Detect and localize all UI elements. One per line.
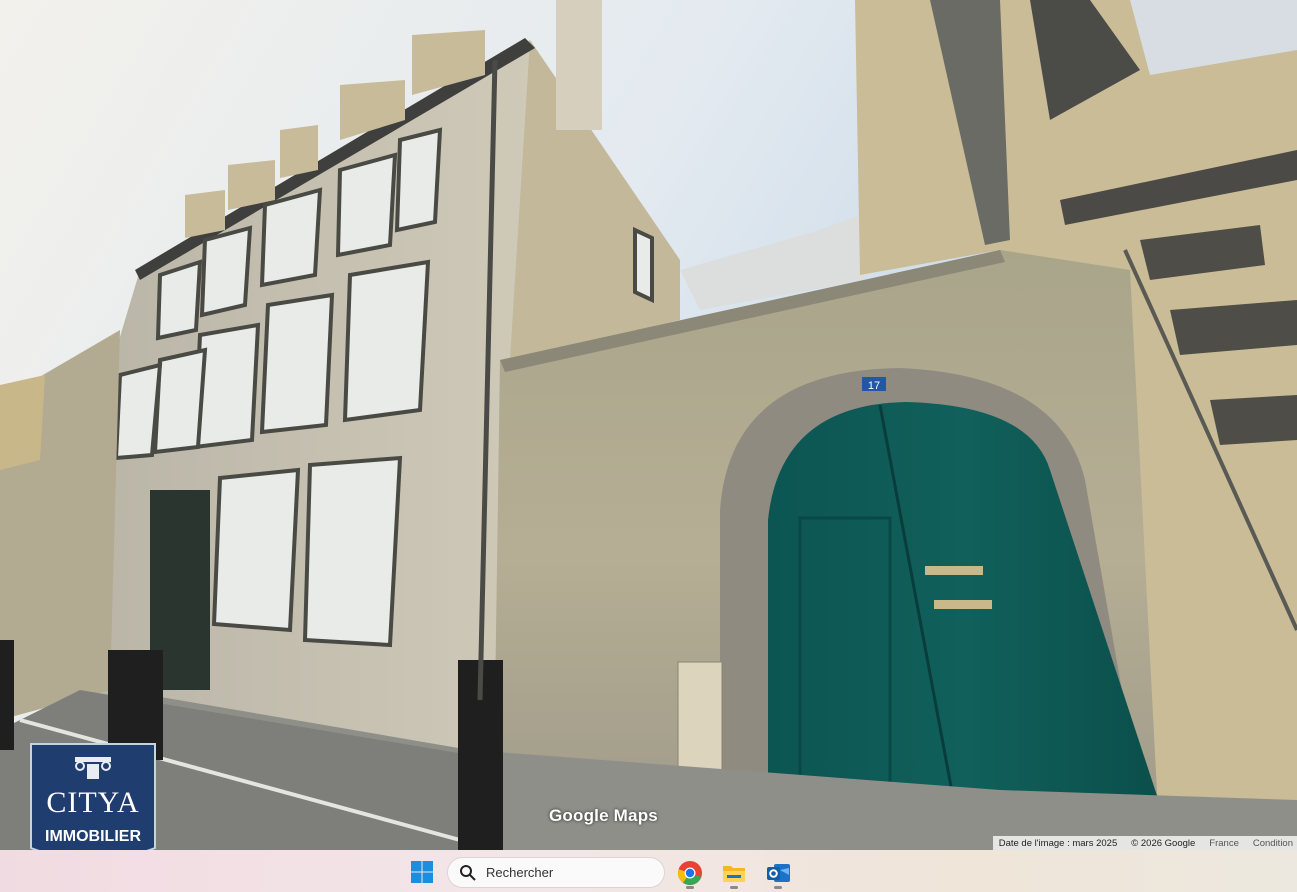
outlook-active-indicator (774, 886, 782, 889)
search-icon (460, 864, 476, 881)
citya-name: CITYA (46, 786, 140, 819)
house-number: 17 (868, 380, 880, 392)
outlook-icon[interactable] (765, 860, 791, 886)
copyright-text: © 2026 Google (1131, 837, 1196, 849)
taskbar-search-box[interactable]: Rechercher (447, 857, 665, 888)
image-date: Date de l'image : mars 2025 (998, 837, 1118, 849)
explorer-active-indicator (730, 886, 738, 889)
street-view-viewer[interactable]: 17 Google Maps Date de l'image : mars 20… (0, 0, 1297, 850)
citya-logo: CITYA IMMOBILIER (27, 740, 159, 850)
attribution-bar: Date de l'image : mars 2025 © 2026 Googl… (992, 836, 1297, 850)
windows-start-icon[interactable] (410, 860, 434, 884)
column-capital-icon (75, 757, 111, 779)
region-link[interactable]: France (1209, 838, 1239, 849)
citya-subtitle: IMMOBILIER (45, 828, 141, 845)
chrome-active-indicator (686, 886, 694, 889)
chrome-icon[interactable] (677, 860, 703, 886)
conditions-link[interactable]: Condition (1253, 838, 1293, 849)
google-maps-logo: Google Maps (549, 806, 658, 825)
file-explorer-icon[interactable] (721, 860, 747, 886)
street-view-panorama[interactable]: 17 (0, 0, 1297, 850)
search-placeholder: Rechercher (486, 865, 554, 880)
